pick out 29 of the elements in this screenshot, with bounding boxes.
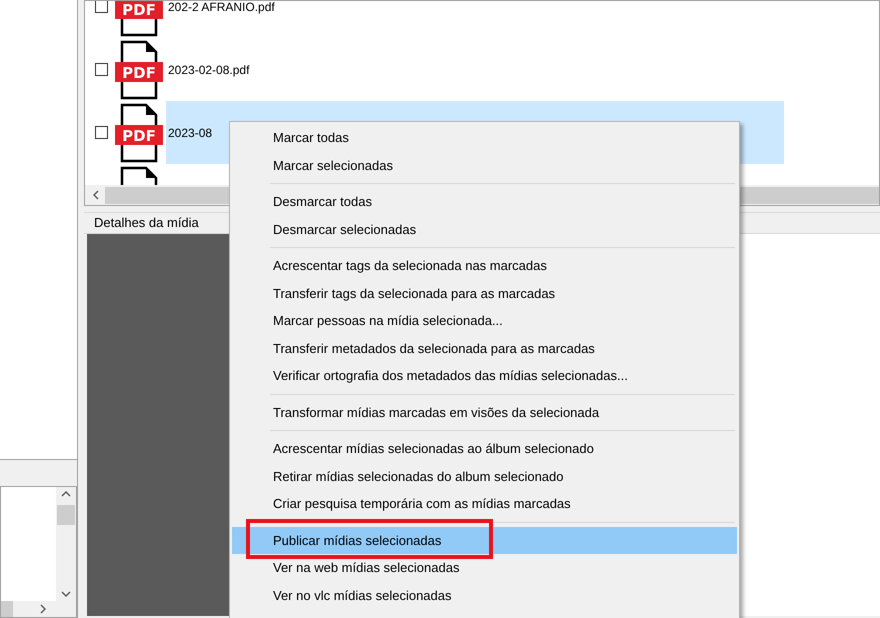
menu-item[interactable]: Desmarcar selecionadas bbox=[232, 216, 737, 243]
checkbox[interactable] bbox=[95, 126, 108, 139]
menu-item[interactable]: Desmarcar todas bbox=[232, 188, 737, 216]
menu-item[interactable]: Verificar ortografia dos metadados das mídias selecionadas... bbox=[232, 362, 737, 390]
menu-item[interactable]: Marcar todas bbox=[232, 124, 737, 152]
file-name[interactable]: 2023-08 bbox=[168, 124, 212, 142]
menu-item[interactable]: Transferir metadados da selecionada para as marcadas bbox=[232, 334, 737, 362]
menu-item[interactable]: Ver na web mídias selecionadas bbox=[232, 554, 737, 582]
scroll-thumb[interactable] bbox=[57, 505, 75, 525]
scroll-down-icon[interactable] bbox=[61, 591, 71, 597]
menu-item[interactable]: Transferir tags da selecionada para as marcadas bbox=[232, 280, 737, 307]
checkbox[interactable] bbox=[95, 63, 108, 76]
file-name[interactable]: 202-2 AFRANIO.pdf bbox=[168, 1, 275, 16]
file-name[interactable]: 2023-02-08.pdf bbox=[168, 60, 250, 78]
details-tab[interactable]: Detalhes da mídia bbox=[84, 212, 209, 233]
menu-item[interactable]: Ver no vlc mídias selecionadas bbox=[232, 582, 737, 609]
menu-item[interactable]: Publicar mídias selecionadas bbox=[232, 526, 737, 554]
menu-item[interactable]: Marcar pessoas na mídia selecionada... bbox=[232, 307, 737, 334]
menu-item[interactable]: Retirar mídias selecionadas do album selecionado bbox=[232, 462, 737, 490]
menu-item[interactable]: Criar pesquisa temporária com as mídias marcadas bbox=[232, 490, 737, 518]
scroll-right-icon[interactable] bbox=[40, 604, 46, 614]
menu-item[interactable]: Acrescentar tags da selecionada nas marcadas bbox=[232, 252, 737, 280]
menu-item[interactable]: Marcar selecionadas bbox=[232, 152, 737, 179]
menu-item[interactable]: Transformar mídias marcadas em visões da selecionada bbox=[232, 398, 737, 426]
checkbox[interactable] bbox=[95, 1, 108, 13]
scroll-up-icon[interactable] bbox=[61, 491, 71, 497]
menu-item[interactable]: Acrescentar mídias selecionadas ao álbum selecionado bbox=[232, 435, 737, 462]
scroll-left-icon[interactable] bbox=[93, 190, 99, 200]
scroll-thumb[interactable] bbox=[1, 601, 13, 617]
